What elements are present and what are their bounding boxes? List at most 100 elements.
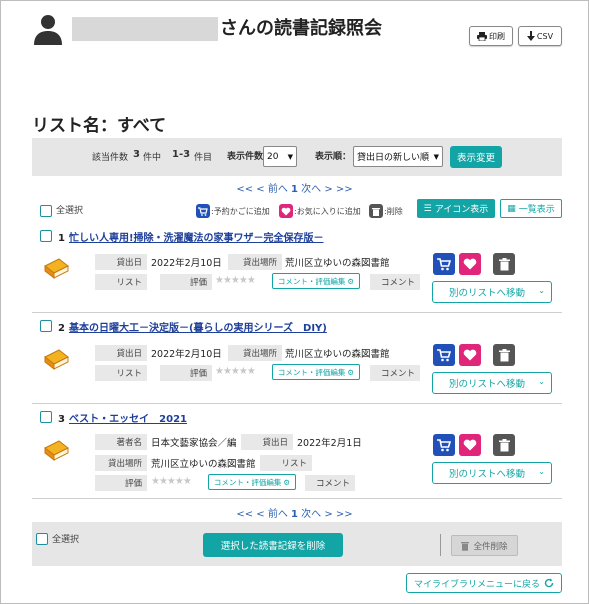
item-2-number: 2 [58,323,65,334]
list-icon: ☰ [423,203,432,214]
pager-prev[interactable]: < 前へ [256,184,288,195]
item-1-add-to-cart-button[interactable] [433,253,455,275]
per-page-select[interactable]: 20 ▼ [263,146,297,167]
chevron-down-icon: ▼ [287,152,293,161]
per-page-value: 20 [267,151,279,162]
select-all-label-bottom: 全選択 [52,535,80,545]
pagination-bottom: << < 前へ 1 次へ > >> [0,505,589,520]
cart-icon [196,204,210,218]
apply-display-button[interactable]: 表示変更 [450,146,502,168]
list-view-button[interactable]: ▦ 一覧表示 [500,199,562,218]
back-to-menu-label: マイライブラリメニューに戻る [413,579,540,590]
item-3-title-link[interactable]: ベスト・エッセイ 2021 [69,414,187,425]
print-button[interactable]: 印刷 [469,26,513,46]
back-to-menu-button[interactable]: マイライブラリメニューに戻る [406,573,562,593]
lend-date-label: 貸出日 [95,345,147,361]
list-view-label: 一覧表示 [518,205,555,215]
delete-all-label: 全件削除 [473,541,508,552]
gear-icon: ⚙ [347,276,355,286]
item-3-number: 3 [58,414,65,425]
lend-place-label: 貸出場所 [228,345,282,361]
sort-label: 表示順： [315,152,352,162]
per-page-label: 表示件数 [227,152,264,162]
heart-icon [463,439,477,451]
pager-last[interactable]: >> [336,509,353,520]
item-2-lend-date: 2022年2月10日 [151,349,222,360]
refresh-icon [544,578,554,588]
hits-count: 3 [133,149,140,160]
heart-icon [279,204,293,218]
item-2-title-link[interactable]: 基本の日曜大工－決定版－(暮らしの実用シリーズ DIY) [69,323,327,334]
hits-label: 該当件数 [92,153,129,163]
lend-place-label: 貸出場所 [228,254,282,270]
heart-icon [463,349,477,361]
book-icon [44,349,69,371]
gear-icon: ⚙ [283,477,291,487]
item-2-add-favorite-button[interactable] [459,344,481,366]
item-3-add-to-cart-button[interactable] [433,434,455,456]
item-2-add-to-cart-button[interactable] [433,344,455,366]
cart-icon [437,438,451,451]
pager-current: 1 [291,184,298,195]
heart-icon [463,258,477,270]
item-1-title: 1 忙しい人専用!掃除・洗濯魔法の家事ワザ－完全保存版－ [58,229,324,244]
item-3-add-favorite-button[interactable] [459,434,481,456]
comment-edit-label: コメント・評価編集 [277,276,346,286]
item-1-add-favorite-button[interactable] [459,253,481,275]
icon-view-label: アイコン表示 [434,205,489,215]
book-icon [44,258,69,280]
author-label: 著者名 [95,434,147,450]
item-2-comment-edit-button[interactable]: コメント・評価編集 ⚙ [272,364,360,380]
select-all-checkbox-top[interactable] [40,205,52,217]
select-all-checkbox-bottom[interactable] [36,533,48,545]
item-divider [32,498,562,499]
table-icon: ▦ [507,203,516,214]
item-1-rating-stars[interactable]: ★★★★★ [215,275,256,286]
item-2-rating-stars[interactable]: ★★★★★ [215,366,256,377]
list-label: リスト [260,455,312,471]
sort-value: 貸出日の新しい順 [357,153,430,163]
item-divider [32,312,562,313]
item-1-comment-edit-button[interactable]: コメント・評価編集 ⚙ [272,273,360,289]
item-2-checkbox[interactable] [40,320,52,332]
legend-cart-text: :予約かごに追加 [211,207,270,216]
pager-first[interactable]: << [236,509,253,520]
icon-view-button[interactable]: ☰ アイコン表示 [417,199,495,218]
item-3-comment-edit-button[interactable]: コメント・評価編集 ⚙ [208,474,296,490]
trash-icon [498,438,510,451]
csv-button[interactable]: CSV [518,26,562,46]
rating-label: 評価 [160,365,212,381]
gear-icon: ⚙ [347,367,355,377]
sort-select[interactable]: 貸出日の新しい順 ▼ [353,146,443,167]
trash-icon [461,541,470,551]
list-label: リスト [95,365,147,381]
item-3-checkbox[interactable] [40,411,52,423]
pager-next[interactable]: 次へ > [301,509,333,520]
item-3-delete-button[interactable] [493,434,515,456]
pager-current: 1 [291,509,298,520]
item-1-number: 1 [58,233,65,244]
delete-all-button[interactable]: 全件削除 [451,535,518,556]
rating-label: 評価 [95,475,147,491]
item-1-checkbox[interactable] [40,230,52,242]
rating-label: 評価 [160,274,212,290]
pager-first[interactable]: << [236,184,253,195]
item-2-move-list-button[interactable]: 別のリストへ移動 ⌄ [432,372,552,394]
pager-prev[interactable]: < 前へ [256,509,288,520]
display-settings-bar: 該当件数 3 件中 1-3 件目 表示件数 20 ▼ 表示順： 貸出日の新しい順… [32,138,562,176]
delete-selected-button[interactable]: 選択した読書記録を削除 [203,533,343,557]
item-1-title-link[interactable]: 忙しい人専用!掃除・洗濯魔法の家事ワザ－完全保存版－ [69,233,324,244]
item-1-move-list-button[interactable]: 別のリストへ移動 ⌄ [432,281,552,303]
chevron-down-icon: ⌄ [538,467,545,476]
item-3-rating-stars[interactable]: ★★★★★ [151,476,192,487]
pager-last[interactable]: >> [336,184,353,195]
lend-place-label: 貸出場所 [95,455,147,471]
user-name-redacted [72,17,218,41]
pager-next[interactable]: 次へ > [301,184,333,195]
user-icon [34,15,62,45]
item-3-move-list-button[interactable]: 別のリストへ移動 ⌄ [432,462,552,484]
item-2-delete-button[interactable] [493,344,515,366]
item-1-delete-button[interactable] [493,253,515,275]
item-2-title: 2 基本の日曜大工－決定版－(暮らしの実用シリーズ DIY) [58,319,327,334]
cart-icon [437,257,451,270]
